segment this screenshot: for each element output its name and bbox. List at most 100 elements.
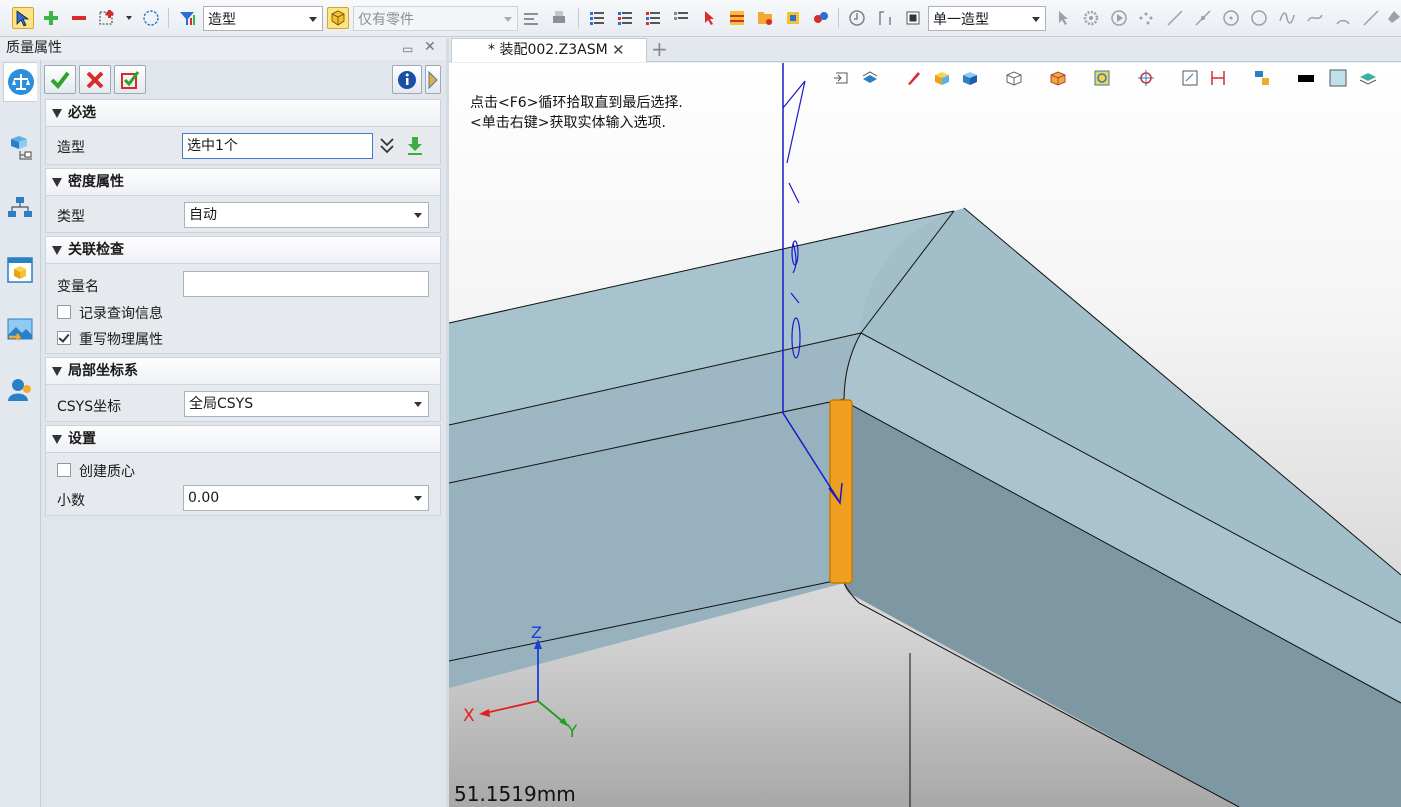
play-icon[interactable] <box>1108 7 1130 29</box>
pick-combo-value: 单一造型 <box>933 11 989 28</box>
tab-render[interactable] <box>3 310 37 350</box>
download-arrow-icon[interactable] <box>404 135 426 157</box>
view-black-swatch-icon[interactable] <box>1297 69 1315 87</box>
view-blue-cube-icon[interactable] <box>961 69 979 87</box>
arc-icon[interactable] <box>1332 7 1354 29</box>
shape-selection-field[interactable]: 选中1个 <box>182 133 373 159</box>
section-required-header[interactable]: 必选 <box>45 99 441 127</box>
filter-icon[interactable] <box>176 7 198 29</box>
align-left-icon[interactable] <box>520 7 542 29</box>
view-wire-cube-icon[interactable] <box>1005 69 1023 87</box>
doc-tab-label: * 装配002.Z3ASM <box>488 42 608 58</box>
panel-title: 质量属性 <box>6 40 62 56</box>
list-icon-3[interactable] <box>642 7 664 29</box>
view-display-icon[interactable] <box>1253 69 1271 87</box>
lasso-icon[interactable] <box>140 7 162 29</box>
view-cube-icon <box>7 257 33 283</box>
view-shaded-cube-icon[interactable] <box>933 69 951 87</box>
pick-combo[interactable]: 单一造型 <box>928 6 1046 31</box>
apply-check-icon <box>121 70 140 89</box>
expand-double-chevron-icon[interactable] <box>378 136 396 156</box>
apply-button[interactable] <box>114 65 146 94</box>
remove-icon[interactable] <box>68 7 90 29</box>
add-icon[interactable] <box>40 7 62 29</box>
box-select-icon[interactable] <box>96 7 118 29</box>
decimal-select[interactable]: 0.00 <box>183 485 429 511</box>
density-type-select[interactable]: 自动 <box>184 202 429 228</box>
part-filter-icon[interactable] <box>327 7 349 29</box>
user-icon <box>8 379 31 401</box>
tab-assembly[interactable] <box>3 188 37 228</box>
structure-icon <box>8 197 32 217</box>
scope-combo[interactable]: 仅有零件 <box>353 6 518 31</box>
list-icon-4[interactable] <box>670 7 692 29</box>
pick-arrow-icon[interactable] <box>1052 7 1074 29</box>
circle-center-icon[interactable] <box>1220 7 1242 29</box>
assembly-icon[interactable] <box>810 7 832 29</box>
view-target-icon[interactable] <box>1137 69 1155 87</box>
tab-mass-properties[interactable] <box>3 62 37 102</box>
gear-icon[interactable] <box>1080 7 1102 29</box>
part-icon[interactable] <box>782 7 804 29</box>
section-settings-header[interactable]: 设置 <box>45 425 441 453</box>
image-icon <box>7 318 33 341</box>
3d-viewport[interactable]: Z X Y 点击<F6>循环拾取直到最后选择. <单击右键>获取实体输入选项. … <box>449 63 1401 807</box>
axis-y-label: Y <box>566 722 578 742</box>
brush-icon[interactable] <box>1382 7 1401 29</box>
close-panel-icon[interactable]: ✕ <box>424 39 436 55</box>
new-tab-icon[interactable]: + <box>651 38 668 60</box>
tab-view[interactable] <box>3 250 37 290</box>
view-layer-icon[interactable] <box>861 69 879 87</box>
close-icon[interactable]: ✕ <box>612 39 625 61</box>
csys-select[interactable]: 全局CSYS <box>184 391 429 417</box>
points-icon[interactable] <box>1136 7 1158 29</box>
tab-assembly-doc[interactable]: * 装配002.Z3ASM ✕ <box>451 38 647 62</box>
density-type-value: 自动 <box>189 207 217 223</box>
info-button[interactable] <box>392 65 422 94</box>
curve-icon[interactable] <box>1304 7 1326 29</box>
view-home-icon[interactable] <box>833 69 851 87</box>
cancel-button[interactable] <box>79 65 111 94</box>
section-density-title: 密度属性 <box>68 174 124 190</box>
restore-icon[interactable]: ▭ <box>402 42 413 56</box>
view-layers-icon[interactable] <box>1359 69 1377 87</box>
select-icon[interactable] <box>12 7 34 29</box>
varname-label: 变量名 <box>57 279 99 295</box>
view-section-icon[interactable] <box>1209 69 1227 87</box>
line-icon[interactable] <box>1164 7 1186 29</box>
ok-button[interactable] <box>44 65 76 94</box>
print-icon[interactable] <box>548 7 570 29</box>
line-edge-icon[interactable] <box>1192 7 1214 29</box>
density-type-label: 类型 <box>57 209 85 225</box>
section-csys-title: 局部坐标系 <box>68 363 138 379</box>
tab-history[interactable] <box>3 128 37 168</box>
record-query-checkbox[interactable] <box>57 305 71 319</box>
view-pencil-icon[interactable] <box>905 69 923 87</box>
stop-icon[interactable] <box>902 7 924 29</box>
circle-icon[interactable] <box>1248 7 1270 29</box>
tab-user[interactable] <box>3 370 37 410</box>
help-button[interactable] <box>425 65 441 94</box>
varname-input[interactable] <box>183 271 429 297</box>
section-csys-header[interactable]: 局部坐标系 <box>45 357 441 385</box>
pointer-icon[interactable] <box>698 7 720 29</box>
model-scene[interactable]: Z X Y <box>449 63 1401 807</box>
pan-icon[interactable] <box>874 7 896 29</box>
spline-icon[interactable] <box>1276 7 1298 29</box>
view-zoom-icon[interactable] <box>1093 69 1111 87</box>
table-icon[interactable] <box>726 7 748 29</box>
rewrite-physics-checkbox[interactable] <box>57 331 71 345</box>
view-fit-icon[interactable] <box>1181 69 1199 87</box>
section-check-header[interactable]: 关联检查 <box>45 236 441 264</box>
list-icon-2[interactable] <box>614 7 636 29</box>
view-color-swatch-icon[interactable] <box>1329 69 1347 87</box>
section-density-header[interactable]: 密度属性 <box>45 168 441 196</box>
list-icon-1[interactable] <box>586 7 608 29</box>
diagonal-line-icon[interactable] <box>1360 7 1382 29</box>
check-icon <box>50 71 70 89</box>
view-orange-cube-icon[interactable] <box>1049 69 1067 87</box>
folder-icon[interactable] <box>754 7 776 29</box>
create-centroid-checkbox[interactable] <box>57 463 71 477</box>
filter-combo[interactable]: 造型 <box>203 6 323 31</box>
rotate-icon[interactable] <box>846 7 868 29</box>
